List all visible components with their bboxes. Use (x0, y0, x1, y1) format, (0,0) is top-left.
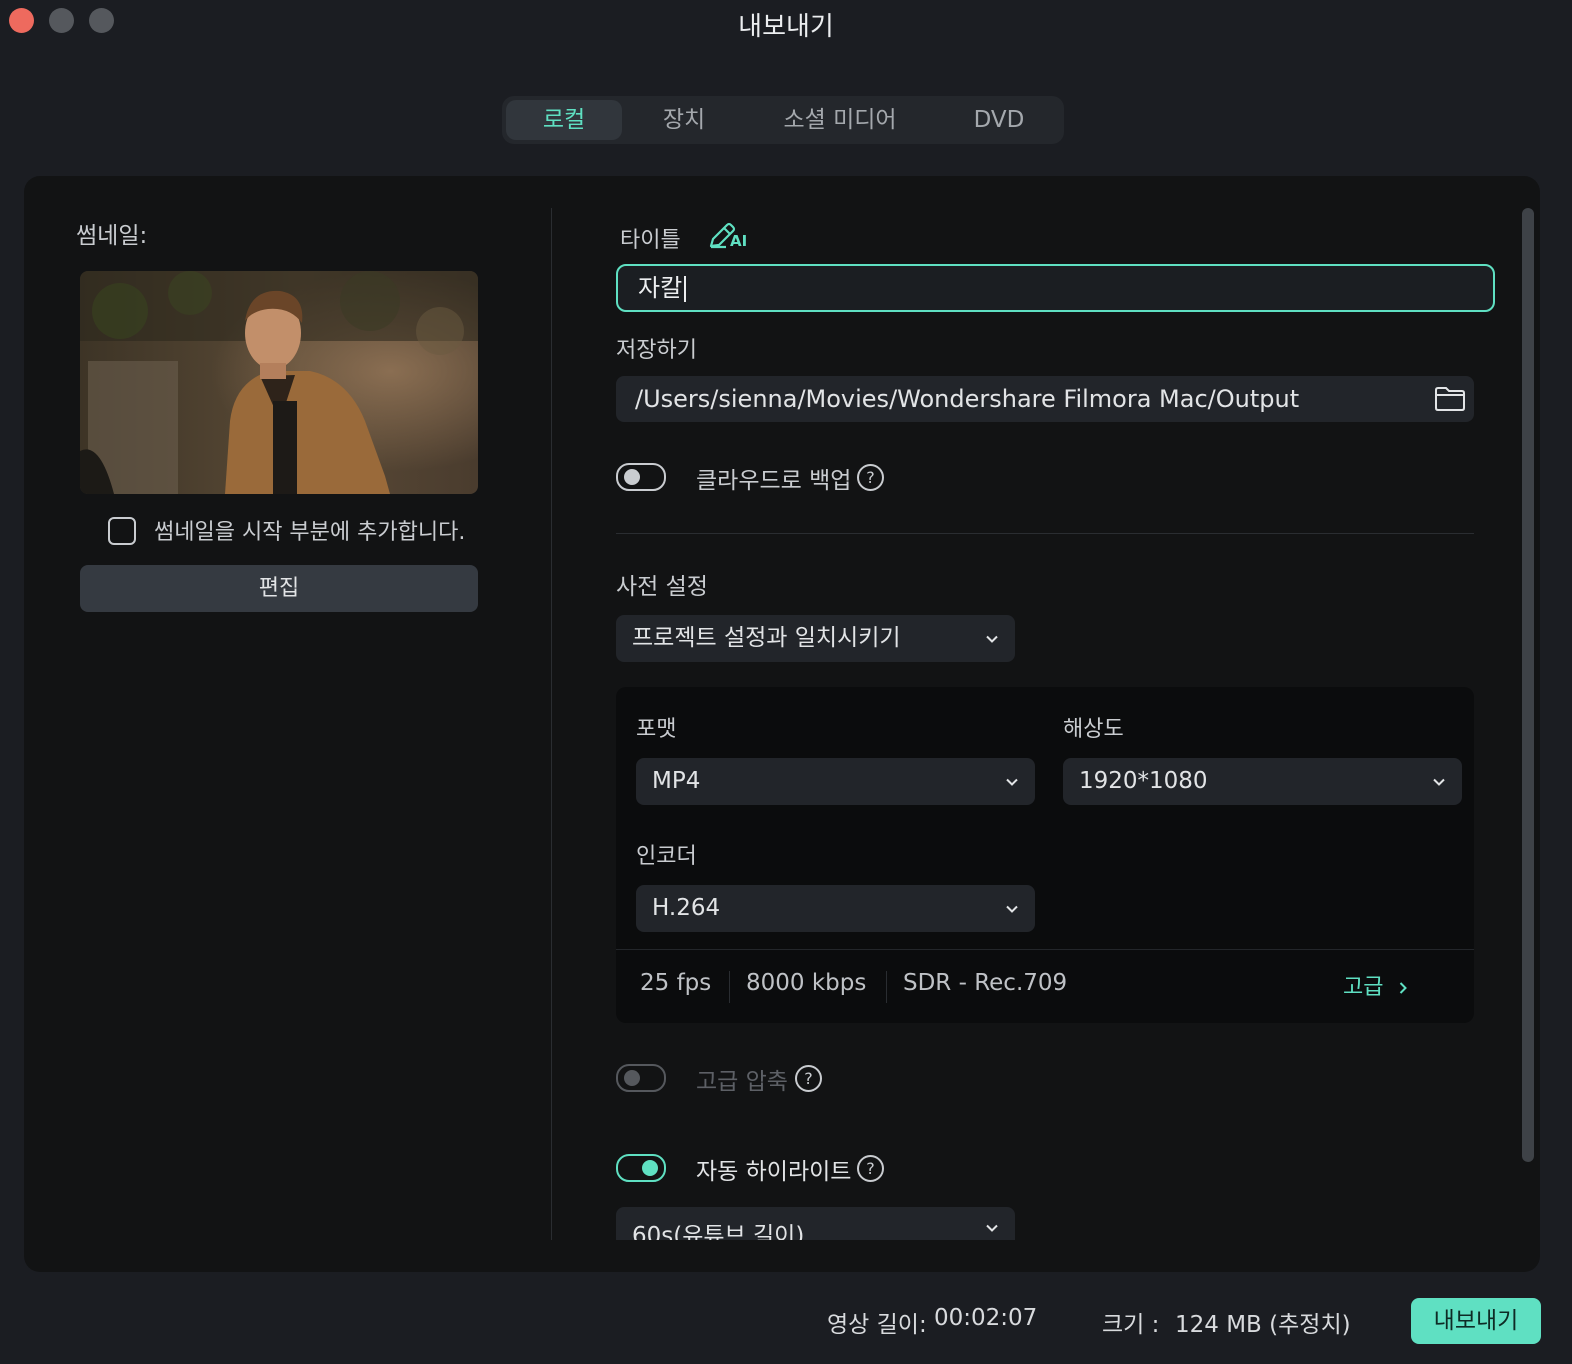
stat-separator (729, 971, 730, 1003)
help-icon[interactable]: ? (795, 1065, 822, 1092)
preset-select[interactable]: 프로젝트 설정과 일치시키기 (616, 615, 1015, 662)
resolution-label: 해상도 (1063, 717, 1124, 742)
chevron-down-icon (1006, 778, 1018, 786)
advanced-compression-label: 고급 압축 (696, 1069, 788, 1095)
toggle-knob (624, 469, 640, 485)
size-value: 124 MB (추정치) (1175, 1312, 1351, 1338)
duration-value: 00:02:07 (934, 1305, 1038, 1331)
fps-stat: 25 fps (640, 970, 712, 996)
highlight-length-select[interactable]: 60s(유튜브 길이) (616, 1207, 1015, 1240)
bitrate-stat: 8000 kbps (746, 970, 867, 996)
export-settings-panel: 썸네일: 썸네일을 시작 부분에 추가합니다. 편집 타이틀 AI 자칼 저장하… (24, 176, 1540, 1272)
folder-icon[interactable] (1433, 382, 1467, 416)
thumbnail-label: 썸네일: (76, 223, 148, 249)
tab-dvd[interactable]: DVD (938, 100, 1060, 140)
ai-badge: AI (730, 232, 748, 250)
size-label: 크기 : (1102, 1312, 1160, 1338)
output-settings-box: 포맷 해상도 MP4 1920*1080 인코더 H.264 25 fps 80… (616, 687, 1474, 1023)
chevron-right-icon (1400, 982, 1408, 994)
format-label: 포맷 (636, 717, 677, 742)
advanced-compression-toggle[interactable] (616, 1064, 666, 1092)
export-tab-bar: 로컬 장치 소셜 미디어 DVD (502, 96, 1064, 144)
encoder-select[interactable]: H.264 (636, 885, 1035, 932)
save-path-field[interactable]: /Users/sienna/Movies/Wondershare Filmora… (616, 376, 1474, 422)
chevron-down-icon (1006, 905, 1018, 913)
help-icon[interactable]: ? (857, 464, 884, 491)
color-space-stat: SDR - Rec.709 (903, 970, 1068, 996)
auto-highlight-label: 자동 하이라이트 (696, 1159, 852, 1185)
duration-label: 영상 길이: (827, 1312, 927, 1338)
preset-label: 사전 설정 (616, 574, 708, 600)
edit-thumbnail-button[interactable]: 편집 (80, 565, 478, 612)
cloud-backup-label: 클라우드로 백업 (696, 468, 852, 494)
encoder-value: H.264 (652, 895, 721, 921)
title-input-value: 자칼 (638, 274, 683, 302)
format-value: MP4 (652, 768, 701, 794)
stat-separator (886, 971, 887, 1003)
toggle-knob (642, 1160, 658, 1176)
text-caret (684, 276, 687, 302)
save-location-label: 저장하기 (616, 338, 697, 363)
title-input[interactable]: 자칼 (616, 264, 1495, 312)
resolution-value: 1920*1080 (1079, 768, 1208, 794)
cloud-backup-toggle[interactable] (616, 463, 666, 491)
stats-divider (616, 949, 1474, 950)
title-label: 타이틀 (620, 228, 681, 253)
thumbnail-image[interactable] (80, 271, 478, 494)
export-button[interactable]: 내보내기 (1411, 1298, 1541, 1344)
column-divider (551, 208, 552, 1240)
tab-local[interactable]: 로컬 (506, 100, 622, 140)
resolution-select[interactable]: 1920*1080 (1063, 758, 1462, 805)
vertical-scrollbar[interactable] (1522, 208, 1534, 1162)
chevron-down-icon (986, 635, 998, 643)
advanced-settings-link[interactable]: 고급 (1343, 969, 1410, 1001)
highlight-length-value: 60s(유튜브 길이) (632, 1223, 805, 1240)
preset-value: 프로젝트 설정과 일치시키기 (632, 625, 901, 651)
chevron-down-icon (986, 1224, 998, 1232)
add-thumbnail-to-start-label: 썸네일을 시작 부분에 추가합니다. (154, 520, 466, 545)
tab-device[interactable]: 장치 (628, 100, 740, 140)
add-thumbnail-to-start-checkbox[interactable] (108, 517, 136, 545)
format-select[interactable]: MP4 (636, 758, 1035, 805)
window-title: 내보내기 (738, 12, 834, 42)
encoder-label: 인코더 (636, 844, 697, 869)
section-divider (616, 533, 1474, 534)
help-icon[interactable]: ? (857, 1155, 884, 1182)
tab-social-media[interactable]: 소셜 미디어 (750, 100, 930, 140)
chevron-down-icon (1433, 778, 1445, 786)
auto-highlight-toggle[interactable] (616, 1154, 666, 1182)
toggle-knob (624, 1070, 640, 1086)
advanced-settings-label: 고급 (1343, 975, 1384, 1000)
